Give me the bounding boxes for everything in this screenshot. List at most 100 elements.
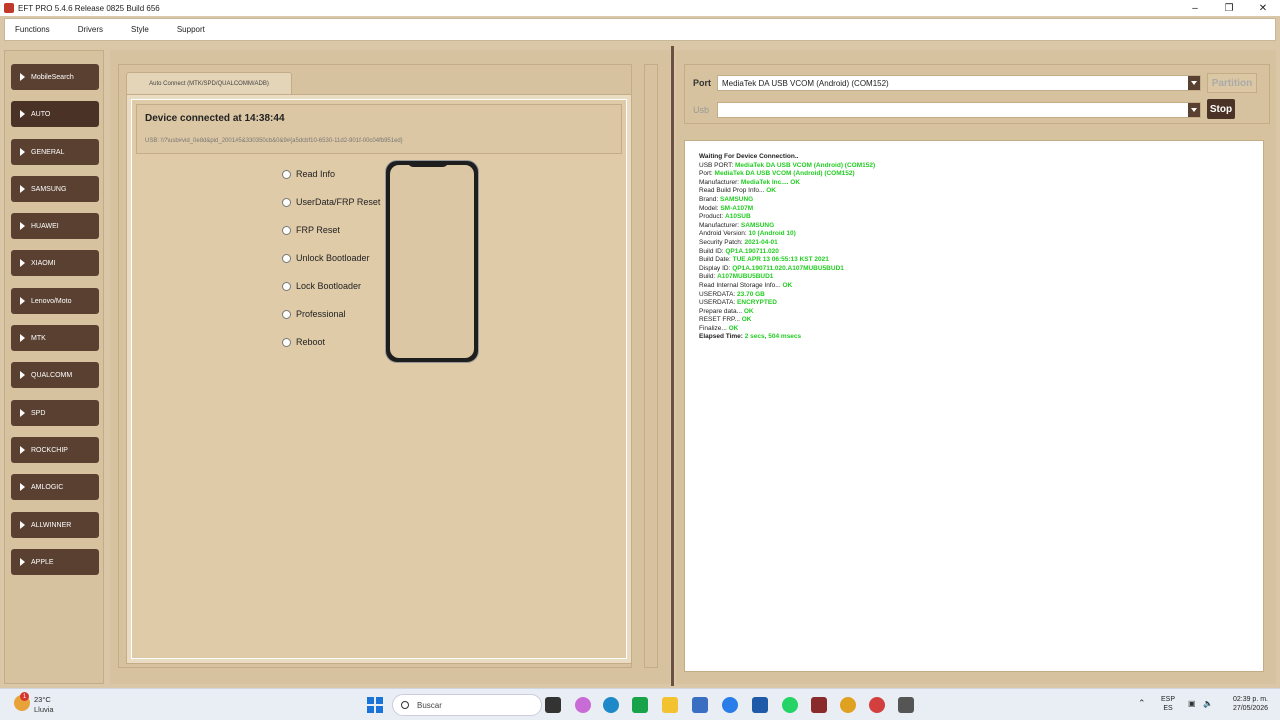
restore-icon[interactable]: ❐	[1212, 0, 1246, 16]
network-icon[interactable]: ▣	[1188, 699, 1196, 708]
port-label: Port	[693, 78, 711, 88]
triangle-right-icon	[20, 521, 25, 529]
option-lock-bootloader[interactable]: Lock Bootloader	[282, 280, 361, 292]
right-panel: Port MediaTek DA USB VCOM (Android) (COM…	[676, 50, 1276, 684]
port-settings: Port MediaTek DA USB VCOM (Android) (COM…	[684, 64, 1270, 124]
sidebar-item-label: HUAWEI	[31, 222, 59, 230]
taskbar-search[interactable]: Buscar	[392, 694, 542, 716]
radio-button[interactable]	[282, 197, 291, 207]
weather-badge: 1	[20, 692, 29, 701]
option-reboot[interactable]: Reboot	[282, 336, 325, 348]
app-tool-icon[interactable]	[898, 697, 914, 713]
chevron-up-icon[interactable]: ⌃	[1138, 698, 1146, 709]
device-status-box: Device connected at 14:38:44 USB: \\?\us…	[136, 104, 622, 154]
excel-icon[interactable]	[632, 697, 648, 713]
sidebar-item-label: SPD	[31, 409, 46, 417]
option-label: Professional	[296, 309, 346, 319]
option-unlock-bootloader[interactable]: Unlock Bootloader	[282, 252, 370, 264]
sidebar-item-xiaomi[interactable]: XIAOMI	[11, 250, 99, 276]
sidebar-item-amlogic[interactable]: AMLOGIC	[11, 474, 99, 500]
close-icon[interactable]: ✕	[1246, 0, 1280, 16]
partition-button[interactable]: Partition	[1207, 73, 1257, 93]
temperature[interactable]: 23°C	[34, 695, 51, 704]
store-icon[interactable]	[752, 697, 768, 713]
sidebar-item-apple[interactable]: APPLE	[11, 549, 99, 575]
file-explorer-icon[interactable]	[662, 697, 678, 713]
app-arrow-icon[interactable]	[692, 697, 708, 713]
sidebar-item-spd[interactable]: SPD	[11, 400, 99, 426]
task-view-icon[interactable]	[545, 697, 561, 713]
copilot-icon[interactable]	[575, 697, 591, 713]
sidebar: MobileSearch AUTO GENERAL SAMSUNG HUAWEI…	[4, 50, 104, 684]
log-line: Build Date: TUE APR 13 06:55:13 KST 2021	[699, 256, 829, 264]
weather-text[interactable]: Lluvia	[34, 705, 54, 714]
panel-splitter[interactable]	[671, 46, 674, 686]
triangle-right-icon	[20, 110, 25, 118]
sidebar-item-huawei[interactable]: HUAWEI	[11, 213, 99, 239]
log-line: Read Build Prop Info... OK	[699, 187, 776, 195]
clock[interactable]: 02:39 p. m. 27/05/2026	[1222, 695, 1268, 713]
title-bar: EFT PRO 5.4.6 Release 0825 Build 656 – ❐…	[0, 0, 1280, 16]
sidebar-item-label: Lenovo/Moto	[31, 297, 72, 305]
sidebar-item-allwinner[interactable]: ALLWINNER	[11, 512, 99, 538]
radio-button[interactable]	[282, 337, 291, 347]
option-read-info[interactable]: Read Info	[282, 168, 335, 180]
main-panel: Auto Connect (MTK/SPD/QUALCOMM/ADB) Devi…	[110, 50, 670, 684]
tab-auto-connect[interactable]: Auto Connect (MTK/SPD/QUALCOMM/ADB)	[126, 72, 292, 94]
option-professional[interactable]: Professional	[282, 308, 346, 320]
window-title: EFT PRO 5.4.6 Release 0825 Build 656	[18, 3, 160, 13]
triangle-right-icon	[20, 483, 25, 491]
scroll-strip[interactable]	[644, 64, 658, 668]
sidebar-item-mtk[interactable]: MTK	[11, 325, 99, 351]
triangle-right-icon	[20, 446, 25, 454]
minimize-icon[interactable]: –	[1178, 0, 1212, 16]
usb-select[interactable]	[717, 102, 1201, 118]
log-line: Model: SM-A107M	[699, 204, 754, 212]
radio-button[interactable]	[282, 225, 291, 235]
radio-button[interactable]	[282, 169, 291, 179]
menu-support[interactable]: Support	[173, 23, 209, 36]
whatsapp-icon[interactable]	[782, 697, 798, 713]
menu-style[interactable]: Style	[127, 23, 153, 36]
sidebar-item-label: ROCKCHIP	[31, 446, 68, 454]
menu-drivers[interactable]: Drivers	[74, 23, 107, 36]
volume-icon[interactable]: 🔈	[1203, 699, 1213, 708]
log-line: Android Version: 10 (Android 10)	[699, 230, 796, 238]
radio-button[interactable]	[282, 253, 291, 263]
log-line: Manufacturer: SAMSUNG	[699, 221, 775, 229]
language-bottom: ES	[1163, 705, 1173, 712]
edge-icon[interactable]	[603, 697, 619, 713]
port-select[interactable]: MediaTek DA USB VCOM (Android) (COM152)	[717, 75, 1201, 91]
stop-button[interactable]: Stop	[1207, 99, 1235, 119]
chevron-down-icon[interactable]	[1188, 103, 1200, 117]
chrome-icon[interactable]	[869, 697, 885, 713]
eft-pro-icon[interactable]	[811, 697, 827, 713]
radio-button[interactable]	[282, 281, 291, 291]
windows-start-icon[interactable]	[367, 697, 383, 713]
log-line: RESET FRP... OK	[699, 316, 752, 324]
log-line: Prepare data... OK	[699, 307, 754, 315]
option-userdata-frp-reset[interactable]: UserData/FRP Reset	[282, 196, 380, 208]
log-line: Waiting For Device Connection..	[699, 153, 799, 160]
log-line: USB PORT: MediaTek DA USB VCOM (Android)…	[699, 161, 876, 169]
clock-time: 02:39 p. m.	[1232, 696, 1268, 703]
log-output: Waiting For Device Connection.. USB PORT…	[684, 140, 1264, 672]
menu-functions[interactable]: Functions	[11, 23, 54, 36]
tab-content: Device connected at 14:38:44 USB: \\?\us…	[131, 99, 627, 659]
option-frp-reset[interactable]: FRP Reset	[282, 224, 340, 236]
sidebar-item-rockchip[interactable]: ROCKCHIP	[11, 437, 99, 463]
radio-button[interactable]	[282, 309, 291, 319]
app-g-icon[interactable]	[722, 697, 738, 713]
app-circle-icon[interactable]	[840, 697, 856, 713]
chevron-down-icon[interactable]	[1188, 76, 1200, 90]
sidebar-item-qualcomm[interactable]: QUALCOMM	[11, 362, 99, 388]
sidebar-item-mobilesearch[interactable]: MobileSearch	[11, 64, 99, 90]
sidebar-item-lenovo-moto[interactable]: Lenovo/Moto	[11, 288, 99, 314]
language-indicator[interactable]: ESP ES	[1161, 695, 1175, 713]
sidebar-item-general[interactable]: GENERAL	[11, 139, 99, 165]
sidebar-item-label: MTK	[31, 334, 46, 342]
sidebar-item-samsung[interactable]: SAMSUNG	[11, 176, 99, 202]
log-line: Finalize... OK	[699, 324, 739, 332]
sidebar-item-auto[interactable]: AUTO	[11, 101, 99, 127]
option-label: Lock Bootloader	[296, 281, 362, 291]
